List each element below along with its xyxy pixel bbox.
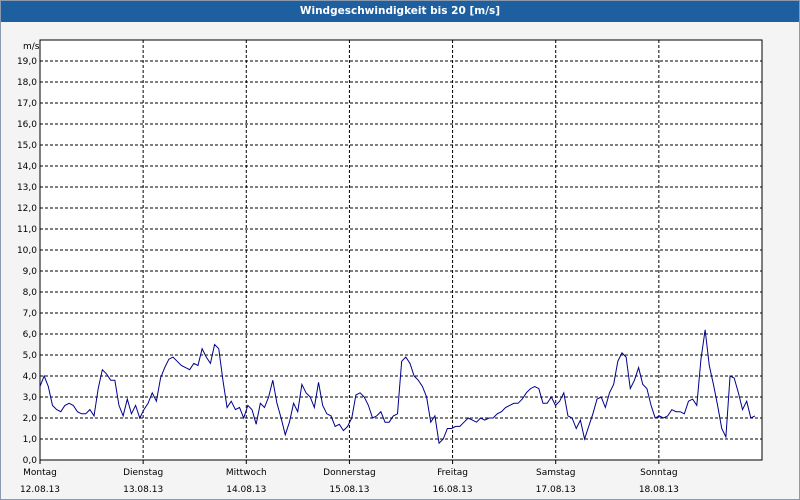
x-tick-day-label: Donnerstag [323, 468, 376, 478]
x-tick-date-label: 16.08.13 [433, 485, 473, 495]
y-tick-label: 2,0 [23, 414, 38, 424]
y-tick-label: 16,0 [17, 120, 37, 130]
y-tick-label: 11,0 [17, 225, 37, 235]
x-tick-date-label: 18.08.13 [639, 485, 679, 495]
x-tick-date-label: 13.08.13 [123, 485, 163, 495]
y-axis-unit-label: m/s [23, 42, 40, 52]
x-tick-date-label: 12.08.13 [20, 485, 60, 495]
x-tick-day-label: Samstag [536, 468, 575, 478]
y-tick-label: 14,0 [17, 162, 37, 172]
x-tick-date-label: 15.08.13 [329, 485, 369, 495]
y-axis: m/s 0,0 1,0 2,0 3,0 4,0 5,0 6,0 7,0 8,0 9,0 10,0 11… [17, 42, 40, 466]
y-tick-label: 5,0 [23, 351, 38, 361]
y-tick-label: 12,0 [17, 204, 37, 214]
x-tick-day-label: Montag [23, 468, 57, 478]
y-tick-label: 6,0 [23, 330, 38, 340]
x-tick-day-label: Sonntag [640, 468, 677, 478]
x-tick-date-label: 17.08.13 [536, 485, 576, 495]
x-tick-day-label: Mittwoch [226, 468, 267, 478]
y-tick-label: 4,0 [23, 372, 38, 382]
y-tick-label: 15,0 [17, 141, 37, 151]
x-tick-date-label: 14.08.13 [226, 485, 266, 495]
y-tick-label: 18,0 [17, 78, 37, 88]
x-tick-day-label: Dienstag [123, 468, 163, 478]
y-tick-label: 9,0 [23, 267, 38, 277]
x-axis: Montag 12.08.13 Dienstag 13.08.13 Mittwoch 14… [20, 460, 679, 495]
y-tick-label: 3,0 [23, 393, 38, 403]
y-tick-label: 17,0 [17, 99, 37, 109]
y-tick-label: 1,0 [23, 435, 38, 445]
y-tick-label: 13,0 [17, 183, 37, 193]
x-tick-day-label: Freitag [437, 468, 468, 478]
y-tick-label: 0,0 [23, 456, 38, 466]
y-tick-label: 7,0 [23, 309, 38, 319]
wind-speed-chart: m/s 0,0 1,0 2,0 3,0 4,0 5,0 6,0 7,0 8,0 9,0 10,0 11… [17, 39, 763, 495]
y-tick-label: 10,0 [17, 246, 37, 256]
y-tick-label: 19,0 [17, 57, 37, 67]
y-tick-label: 8,0 [23, 288, 38, 298]
